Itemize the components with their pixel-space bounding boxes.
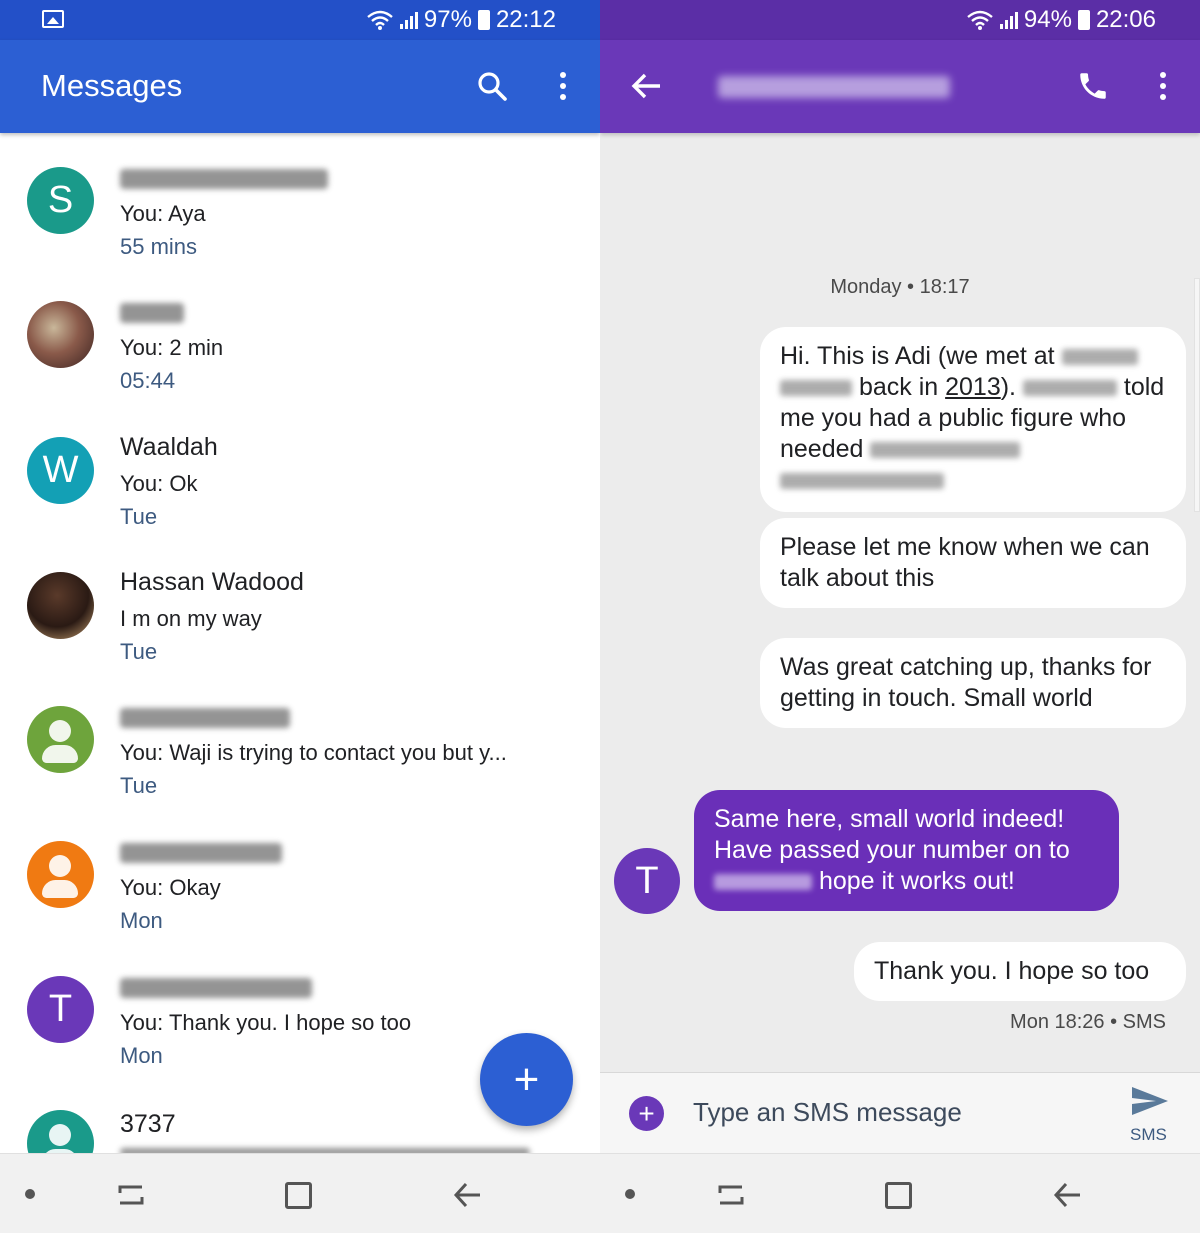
send-icon[interactable] — [1130, 1085, 1170, 1117]
message-snippet: You: Okay — [120, 875, 221, 900]
avatar — [27, 706, 94, 773]
more-options-button[interactable] — [543, 66, 583, 106]
sender-avatar: T — [614, 848, 680, 914]
message-time: Mon — [120, 908, 163, 933]
nav-dot-icon[interactable] — [25, 1189, 35, 1199]
back-button[interactable] — [626, 66, 666, 106]
recent-apps-icon[interactable] — [716, 1181, 746, 1209]
home-icon[interactable] — [885, 1182, 912, 1209]
avatar: T — [27, 976, 94, 1043]
gallery-notification-icon — [42, 10, 64, 28]
outgoing-message[interactable]: Hi. This is Adi (we met at back in 2013)… — [760, 327, 1186, 512]
date-divider: Monday • 18:17 — [830, 276, 970, 298]
person-icon — [49, 1124, 71, 1146]
conversation-item[interactable]: You: Waji is trying to contact you but y… — [0, 702, 600, 836]
redacted-contact-name — [120, 169, 328, 189]
add-attachment-button[interactable]: + — [629, 1096, 664, 1131]
wifi-icon — [367, 10, 393, 30]
battery-icon — [1077, 10, 1090, 30]
redacted-contact-name — [718, 76, 950, 98]
conversation-item[interactable]: S You: Aya 55 mins — [0, 163, 600, 297]
message-snippet: You: 2 min — [120, 335, 224, 360]
redacted-contact-name — [120, 843, 282, 863]
redacted-contact-name — [120, 303, 184, 323]
message-time: Mon — [120, 1043, 163, 1068]
person-icon — [49, 720, 71, 742]
clock: 22:12 — [495, 6, 556, 33]
status-bar: 97% 22:12 — [0, 0, 600, 40]
clock: 22:06 — [1095, 6, 1156, 33]
outgoing-message[interactable]: Please let me know when we can talk abou… — [760, 518, 1186, 608]
message-snippet: You: Thank you. I hope so too — [120, 1010, 412, 1035]
home-icon[interactable] — [285, 1182, 312, 1209]
message-status: Mon 18:26 • SMS — [1010, 1011, 1166, 1033]
conversation-item[interactable]: You: 2 min 05:44 — [0, 297, 600, 431]
redacted-contact-name — [120, 708, 290, 728]
app-title: Messages — [41, 68, 183, 103]
new-message-fab[interactable]: + — [480, 1033, 573, 1126]
outgoing-message[interactable]: Thank you. I hope so too — [854, 942, 1186, 1001]
conversation-screen: 94% 22:06 Monday • 18:17 Hi. This is Adi… — [600, 0, 1200, 1233]
app-bar: Messages — [0, 40, 600, 133]
avatar — [27, 841, 94, 908]
battery-percent: 97% — [423, 6, 472, 33]
back-nav-icon[interactable] — [1052, 1180, 1082, 1210]
search-icon — [478, 72, 507, 101]
signal-icon — [999, 11, 1018, 29]
message-time: 05:44 — [120, 368, 176, 393]
message-time: 55 mins — [120, 234, 198, 259]
nav-dot-icon[interactable] — [625, 1189, 635, 1199]
navigation-bar — [0, 1153, 600, 1233]
conversation-item[interactable]: You: Okay Mon — [0, 837, 600, 971]
avatar — [27, 1110, 94, 1153]
more-vert-icon — [1160, 72, 1166, 100]
message-time: Tue — [120, 639, 158, 664]
add-icon: + — [513, 1054, 540, 1104]
message-input[interactable] — [693, 1097, 1073, 1128]
battery-icon — [477, 10, 490, 30]
person-icon — [49, 855, 71, 877]
messages-list-screen: 97% 22:12 Messages S You: Aya 55 mins Yo… — [0, 0, 600, 1233]
conversation-item[interactable]: W Waaldah You: Ok Tue — [0, 433, 600, 567]
send-label: SMS — [1130, 1125, 1167, 1144]
message-snippet: You: Ok — [120, 471, 198, 496]
add-icon: + — [638, 1097, 655, 1129]
recent-apps-icon[interactable] — [116, 1181, 146, 1209]
wifi-icon — [967, 10, 993, 30]
avatar: W — [27, 437, 94, 504]
contact-name: Hassan Wadood — [120, 568, 304, 596]
navigation-bar — [600, 1153, 1200, 1233]
conversation-item[interactable]: Hassan Wadood I m on my way Tue — [0, 568, 600, 702]
message-snippet: You: Aya — [120, 201, 206, 226]
redacted-contact-name — [120, 978, 312, 998]
contact-name: Waaldah — [120, 433, 218, 461]
call-button[interactable] — [1073, 66, 1113, 106]
avatar — [27, 301, 94, 368]
message-time: Tue — [120, 504, 158, 529]
avatar: S — [27, 167, 94, 234]
message-snippet: You: Waji is trying to contact you but y… — [120, 740, 507, 765]
message-snippet: I m on my way — [120, 606, 262, 631]
conversation-app-bar — [600, 40, 1200, 133]
more-options-button[interactable] — [1143, 66, 1183, 106]
battery-percent: 94% — [1023, 6, 1072, 33]
incoming-message[interactable]: Same here, small world indeed! Have pass… — [694, 790, 1119, 911]
signal-icon — [399, 11, 418, 29]
message-time: Tue — [120, 773, 158, 798]
compose-bar: + SMS — [600, 1072, 1200, 1153]
back-arrow-icon — [631, 73, 660, 99]
search-button[interactable] — [472, 66, 512, 106]
more-vert-icon — [560, 72, 566, 100]
phone-icon — [1080, 73, 1106, 99]
outgoing-message[interactable]: Was great catching up, thanks for gettin… — [760, 638, 1186, 728]
status-bar: 94% 22:06 — [600, 0, 1200, 40]
back-nav-icon[interactable] — [452, 1180, 482, 1210]
contact-name: 3737 — [120, 1110, 176, 1138]
avatar — [27, 572, 94, 639]
